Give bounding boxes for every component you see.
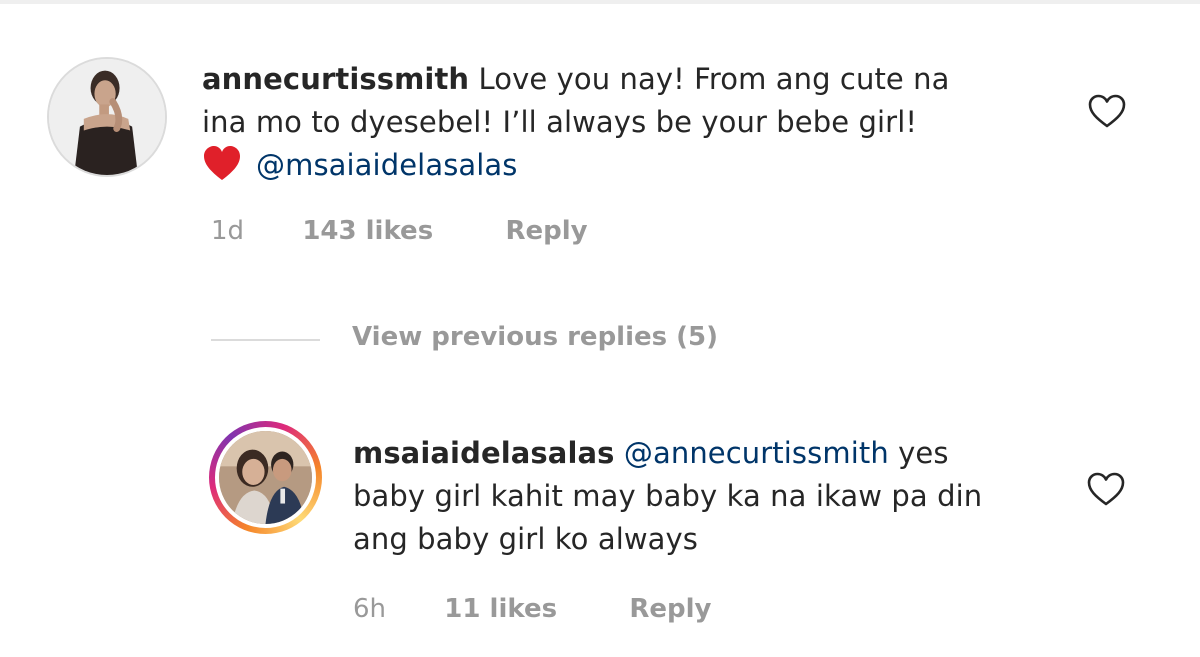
avatar-photo — [219, 431, 312, 524]
replies-divider-line — [211, 339, 320, 341]
comment-text-line: baby girl kahit may baby ka na ikaw pa d… — [353, 479, 983, 513]
reply-button[interactable]: Reply — [629, 594, 711, 624]
view-previous-replies-button[interactable]: View previous replies (5) — [352, 322, 718, 352]
comment-username[interactable]: annecurtissmith — [202, 62, 469, 96]
comment-text-line: ina mo to dyesebel! I’ll always be your … — [202, 105, 918, 139]
avatar-annecurtissmith[interactable] — [47, 57, 167, 177]
comment-text-line: ang baby girl ko always — [353, 522, 699, 556]
red-heart-icon — [204, 146, 240, 180]
comment-body: msaiaidelasalas @annecurtissmith yes bab… — [353, 432, 1073, 561]
comment-username[interactable]: msaiaidelasalas — [353, 436, 615, 470]
comment-time: 1d — [211, 216, 245, 246]
comment-text-line: Love you nay! From ang cute na — [478, 62, 950, 96]
comment-text-line: yes — [898, 436, 949, 470]
comment-thread: annecurtissmith Love you nay! From ang c… — [0, 0, 1200, 657]
comment-body: annecurtissmith Love you nay! From ang c… — [202, 58, 1062, 187]
like-heart-icon[interactable] — [1086, 471, 1126, 507]
top-divider — [0, 0, 1200, 4]
likes-count-button[interactable]: 143 likes — [302, 216, 433, 246]
comment-time: 6h — [353, 594, 387, 624]
avatar-msaiaidelasalas[interactable] — [215, 427, 316, 528]
like-heart-icon[interactable] — [1087, 93, 1127, 129]
mention-link[interactable]: @msaiaidelasalas — [256, 148, 518, 182]
likes-count-button[interactable]: 11 likes — [444, 594, 557, 624]
reply-button[interactable]: Reply — [505, 216, 587, 246]
comment-meta: 6h 11 likes Reply — [353, 594, 711, 624]
comment-meta: 1d 143 likes Reply — [211, 216, 588, 246]
avatar-photo — [49, 59, 165, 175]
mention-link[interactable]: @annecurtissmith — [624, 436, 889, 470]
